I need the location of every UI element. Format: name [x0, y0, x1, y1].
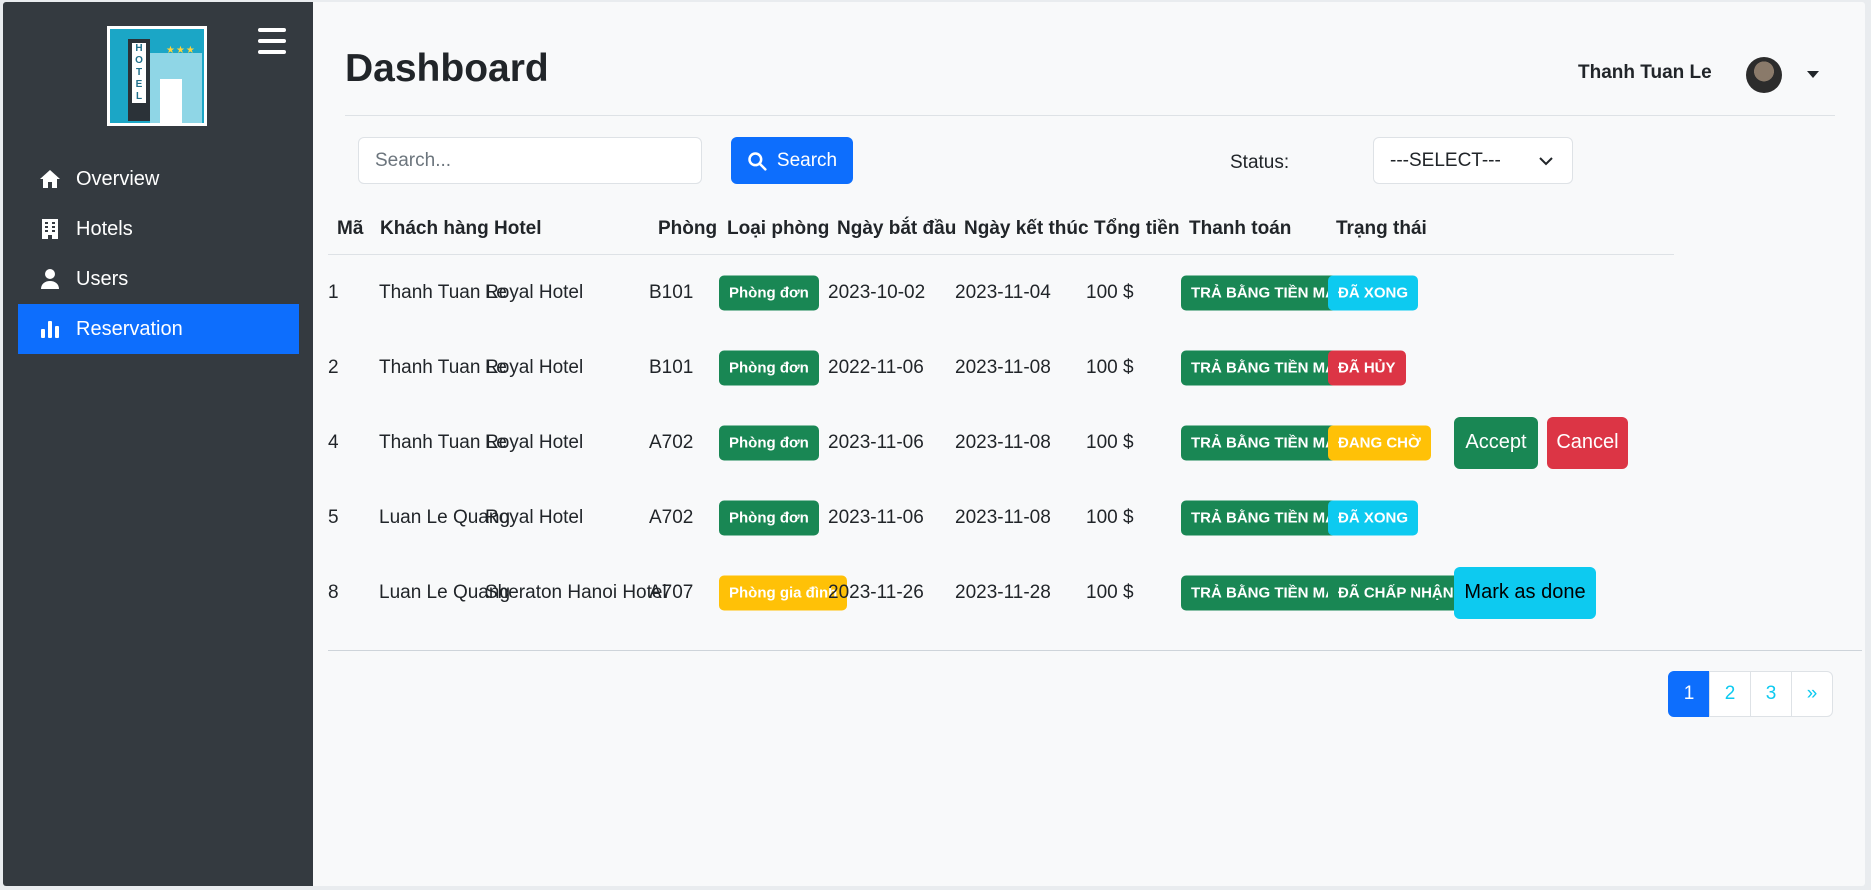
- table-row: 4 Thanh Tuan Le Royal Hotel A702 Phòng đ…: [328, 405, 1862, 480]
- total-price: 100 $: [1086, 581, 1134, 603]
- column-header: Ngày kết thúc: [964, 218, 1089, 239]
- column-header: Ngày bắt đầu: [837, 218, 957, 239]
- sidebar-nav: Overview Hotels Users Reservation: [18, 154, 299, 354]
- end-date: 2023-11-08: [955, 356, 1051, 378]
- column-header: Hotel: [494, 218, 542, 239]
- room-type-badge: Phòng đơn: [719, 500, 819, 535]
- reservation-id: 1: [328, 281, 339, 303]
- total-price: 100 $: [1086, 356, 1134, 378]
- status-badge: ĐANG CHỜ: [1328, 425, 1431, 460]
- building-icon: [42, 219, 58, 239]
- room-type-badge: Phòng đơn: [719, 275, 819, 310]
- column-header: Loại phòng: [727, 218, 830, 239]
- column-header: Tổng tiền: [1094, 218, 1180, 239]
- page-link-3[interactable]: 3: [1750, 671, 1792, 717]
- sidebar-item-label: Reservation: [76, 317, 183, 340]
- table-divider: [328, 650, 1862, 651]
- mark-as-done-button[interactable]: Mark as done: [1454, 566, 1596, 619]
- table-row: 2 Thanh Tuan Le Royal Hotel B101 Phòng đ…: [328, 330, 1862, 405]
- status-label: Status:: [1230, 152, 1290, 173]
- logo-sign: HOTEL: [132, 43, 146, 103]
- reservation-id: 8: [328, 581, 339, 603]
- column-header: Mã: [337, 218, 364, 239]
- column-header: Khách hàng: [380, 218, 489, 239]
- start-date: 2023-11-26: [828, 581, 924, 603]
- main-content: Dashboard Thanh Tuan Le Search Status: -…: [313, 2, 1865, 886]
- end-date: 2023-11-08: [955, 506, 1051, 528]
- start-date: 2023-11-06: [828, 431, 924, 453]
- header-divider: [345, 115, 1835, 116]
- total-price: 100 $: [1086, 506, 1134, 528]
- status-badge: ĐÃ CHẤP NHẬN: [1328, 575, 1464, 610]
- search-input[interactable]: [358, 137, 702, 184]
- sidebar: HOTEL ★★★ Overview Hotels Users Reservat…: [3, 2, 313, 886]
- end-date: 2023-11-04: [955, 281, 1051, 303]
- accept-button[interactable]: Accept: [1454, 416, 1538, 469]
- hotel-name: Royal Hotel: [485, 281, 584, 303]
- avatar[interactable]: [1746, 57, 1782, 93]
- room-number: B101: [649, 281, 694, 303]
- status-select-value: ---SELECT---: [1390, 149, 1501, 171]
- menu-toggle-icon[interactable]: [258, 28, 286, 54]
- next-page-link[interactable]: »: [1791, 671, 1833, 717]
- status-badge: ĐÃ XONG: [1328, 275, 1419, 310]
- user-name[interactable]: Thanh Tuan Le: [1578, 62, 1712, 84]
- reservation-id: 5: [328, 506, 339, 528]
- user-icon: [41, 269, 59, 289]
- sidebar-item-label: Hotels: [76, 217, 133, 240]
- room-number: B101: [649, 356, 694, 378]
- page-title: Dashboard: [345, 47, 549, 90]
- table-row: 8 Luan Le Quang Sheraton Hanoi Hotel A70…: [328, 555, 1862, 630]
- sidebar-item-reservation[interactable]: Reservation: [18, 304, 299, 354]
- bar-chart-icon: [41, 321, 59, 338]
- hotel-name: Royal Hotel: [485, 431, 584, 453]
- room-type-badge: Phòng đơn: [719, 425, 819, 460]
- column-header: Thanh toán: [1189, 218, 1292, 239]
- end-date: 2023-11-28: [955, 581, 1051, 603]
- search-button-label: Search: [776, 149, 838, 171]
- total-price: 100 $: [1086, 281, 1134, 303]
- start-date: 2023-11-06: [828, 506, 924, 528]
- table-row: 5 Luan Le Quang Royal Hotel A702 Phòng đ…: [328, 480, 1862, 555]
- status-badge: ĐÃ HỦY: [1328, 350, 1406, 385]
- end-date: 2023-11-08: [955, 431, 1051, 453]
- sidebar-item-hotels[interactable]: Hotels: [18, 204, 299, 254]
- search-button[interactable]: Search: [731, 137, 853, 184]
- column-header: Phòng: [658, 218, 718, 239]
- home-icon: [40, 170, 60, 188]
- total-price: 100 $: [1086, 431, 1134, 453]
- reservation-id: 4: [328, 431, 339, 453]
- hotel-name: Royal Hotel: [485, 356, 584, 378]
- page-link-1[interactable]: 1: [1668, 671, 1710, 717]
- sidebar-item-label: Users: [76, 267, 129, 290]
- table-header: Mã Khách hàng Hotel Phòng Loại phòng Ngà…: [328, 218, 1674, 255]
- pagination: 1 2 3 »: [1668, 671, 1833, 717]
- status-select[interactable]: ---SELECT---: [1373, 137, 1573, 184]
- page-link-2[interactable]: 2: [1709, 671, 1751, 717]
- hotel-name: Sheraton Hanoi Hotel: [485, 581, 667, 603]
- room-number: A702: [649, 431, 694, 453]
- start-date: 2022-11-06: [828, 356, 924, 378]
- room-number: A707: [649, 581, 694, 603]
- room-type-badge: Phòng đơn: [719, 350, 819, 385]
- reservation-id: 2: [328, 356, 339, 378]
- start-date: 2023-10-02: [828, 281, 926, 303]
- status-badge: ĐÃ XONG: [1328, 500, 1419, 535]
- room-number: A702: [649, 506, 694, 528]
- sidebar-item-users[interactable]: Users: [18, 254, 299, 304]
- column-header: Trạng thái: [1336, 218, 1427, 239]
- search-icon: [748, 151, 767, 171]
- app-window: HOTEL ★★★ Overview Hotels Users Reservat…: [3, 2, 1865, 886]
- sidebar-item-overview[interactable]: Overview: [18, 154, 299, 204]
- sidebar-item-label: Overview: [76, 167, 160, 190]
- hotel-logo[interactable]: HOTEL ★★★: [107, 26, 207, 126]
- hotel-name: Royal Hotel: [485, 506, 584, 528]
- table-row: 1 Thanh Tuan Le Royal Hotel B101 Phòng đ…: [328, 255, 1862, 330]
- chevron-down-icon[interactable]: [1807, 71, 1819, 78]
- cancel-button[interactable]: Cancel: [1547, 416, 1628, 469]
- chevron-down-icon: [1539, 157, 1553, 166]
